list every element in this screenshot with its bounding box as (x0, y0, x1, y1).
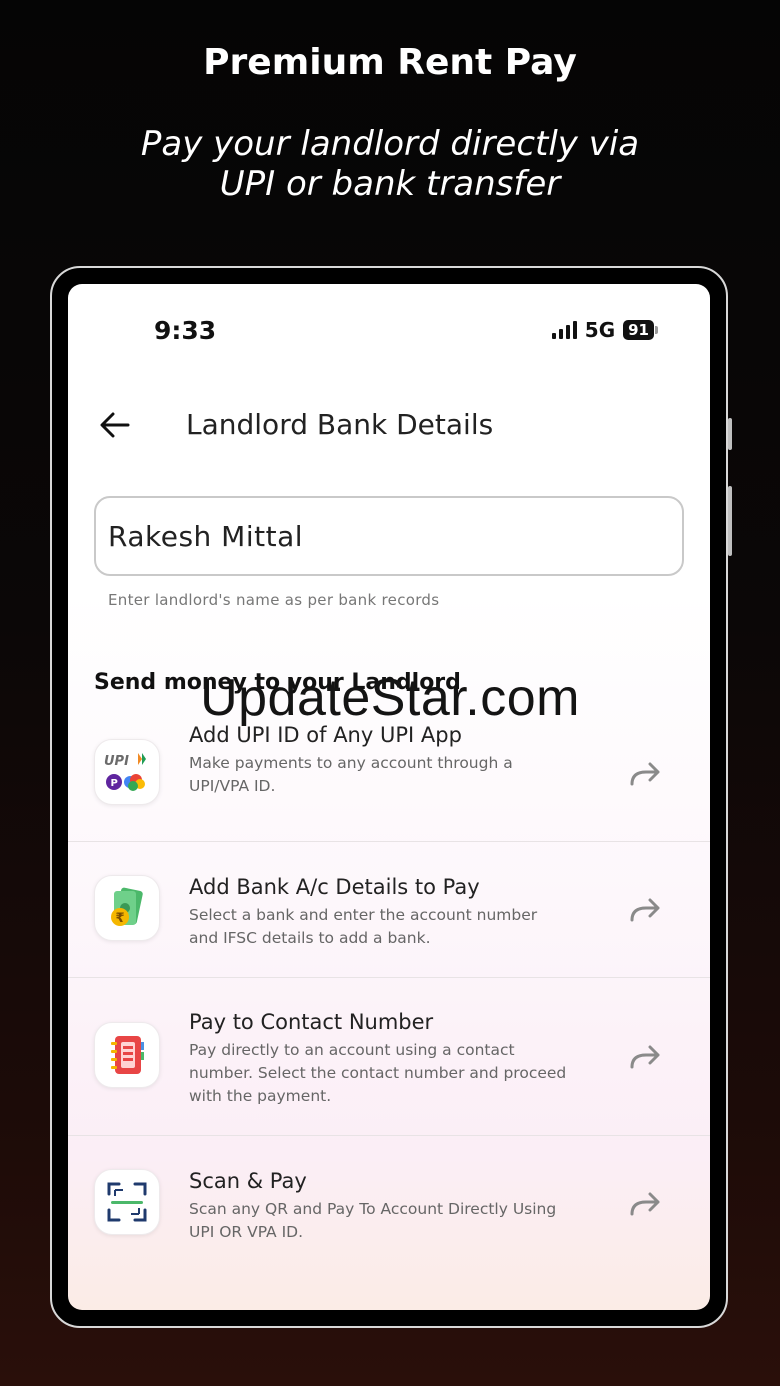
option-description: Pay directly to an account using a conta… (189, 1041, 567, 1105)
option-pay-contact[interactable]: Pay to Contact Number Pay directly to an… (68, 978, 710, 1136)
svg-text:P: P (111, 778, 118, 789)
status-time: 9:33 (154, 316, 217, 345)
watermark: UpdateStar.com (200, 669, 580, 727)
network-type: 5G (584, 318, 616, 342)
device-side-button (728, 486, 732, 556)
option-description: Scan any QR and Pay To Account Directly … (189, 1200, 557, 1241)
promo-subtitle-line2: UPI or bank transfer (219, 164, 561, 204)
status-indicators: 5G 91 (551, 318, 658, 342)
forward-arrow-icon (628, 1044, 662, 1070)
forward-arrow-icon (628, 1191, 662, 1217)
option-title: Pay to Contact Number (189, 1010, 434, 1034)
battery-icon: 91 (623, 320, 658, 340)
device-frame: 9:33 5G 91 Landlord Bank Details Enter l… (50, 266, 732, 1328)
phone-screen: 9:33 5G 91 Landlord Bank Details Enter l… (68, 284, 710, 1310)
back-arrow-icon[interactable] (98, 408, 132, 442)
option-title: Scan & Pay (189, 1169, 307, 1193)
contact-book-icon (94, 1022, 160, 1088)
landlord-name-input[interactable] (94, 496, 684, 576)
option-scan-pay[interactable]: Scan & Pay Scan any QR and Pay To Accoun… (68, 1136, 710, 1276)
device-side-button (728, 418, 732, 450)
page-title: Landlord Bank Details (186, 408, 494, 441)
forward-arrow-icon (628, 897, 662, 923)
forward-arrow-icon (628, 761, 662, 787)
battery-level: 91 (623, 320, 654, 340)
promo-title: Premium Rent Pay (203, 42, 577, 83)
svg-text:UPI: UPI (104, 754, 129, 769)
bank-cash-icon: ₹ (94, 875, 160, 941)
landlord-name-helper: Enter landlord's name as per bank record… (108, 591, 440, 609)
payment-options-list: UPI P Add UPI ID of Any UPI App Make pay… (68, 706, 710, 1276)
option-description: Make payments to any account through a U… (189, 754, 513, 795)
option-title: Add Bank A/c Details to Pay (189, 875, 480, 899)
signal-icon (551, 321, 577, 339)
upi-apps-icon: UPI P (94, 739, 160, 805)
promo-subtitle-line1: Pay your landlord directly via (140, 124, 640, 164)
svg-text:₹: ₹ (116, 911, 125, 926)
qr-scan-icon (94, 1169, 160, 1235)
option-description: Select a bank and enter the account numb… (189, 906, 538, 947)
option-add-bank[interactable]: ₹ Add Bank A/c Details to Pay Select a b… (68, 842, 710, 978)
promo-subtitle: Pay your landlord directly via UPI or ba… (0, 124, 780, 204)
